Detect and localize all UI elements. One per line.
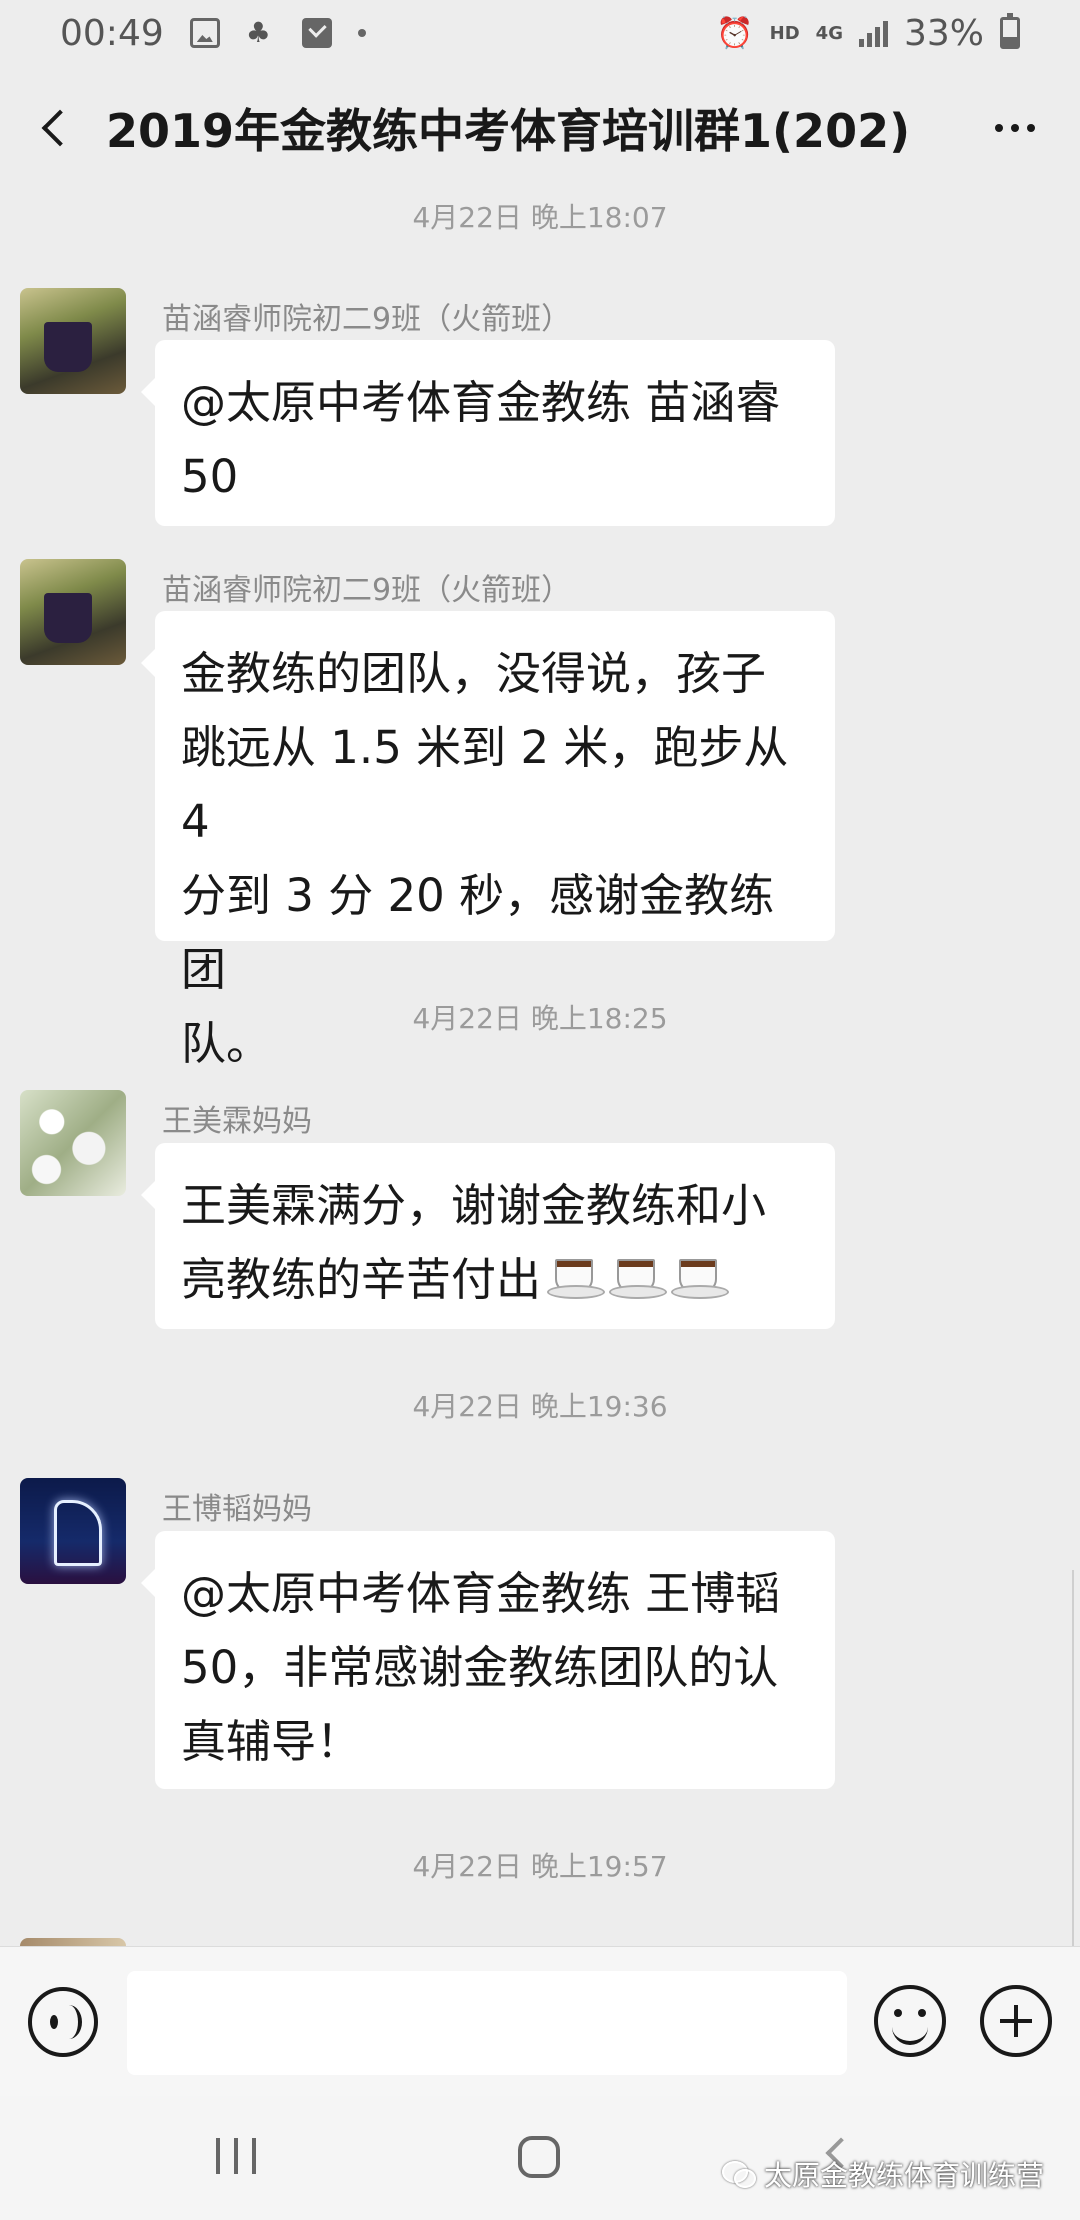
watermark: 太原金教练体育训练营 <box>721 2154 1044 2194</box>
message-line: 王美霖满分，谢谢金教练和小 <box>181 1179 767 1232</box>
back-arrow-icon <box>41 109 79 147</box>
home-button[interactable] <box>518 2136 560 2178</box>
sender-avatar[interactable] <box>20 1090 126 1196</box>
message-line-with-emoji: 亮教练的辛苦付出 <box>181 1243 813 1317</box>
wechat-icon <box>721 2161 756 2188</box>
message-bubble[interactable]: 王美霖满分，谢谢金教练和小 亮教练的辛苦付出 <box>141 1143 835 1329</box>
alarm-icon: ⏰ <box>716 15 754 51</box>
message-line: 分到 3 分 20 秒，感谢金教练团 <box>181 869 775 996</box>
sender-avatar[interactable] <box>20 559 126 665</box>
status-bar: 00:49 ♣ ⏰ HD 4G 33% <box>0 0 1080 66</box>
signal-icon <box>858 19 888 47</box>
message-input[interactable] <box>127 1971 847 2075</box>
checkbox-notification-icon <box>301 18 332 48</box>
chat-title: 2019年金教练中考体育培训群1(202) <box>106 104 911 158</box>
message-bubble[interactable]: 金教练的团队，没得说，孩子 跳远从 1.5 米到 2 米，跑步从 4 分到 3 … <box>141 611 835 1070</box>
sender-avatar[interactable] <box>20 288 126 394</box>
hd-indicator: HD <box>769 22 800 44</box>
voice-input-button[interactable] <box>28 1987 98 2057</box>
scrollbar[interactable] <box>1072 1570 1080 1990</box>
message-line: @太原中考体育金教练 苗涵睿 <box>181 376 781 429</box>
sender-name: 苗涵睿师院初二9班（火箭班） <box>162 573 572 608</box>
more-notifications-dot-icon <box>357 29 366 37</box>
watermark-text: 太原金教练体育训练营 <box>763 2159 1044 2192</box>
network-type-indicator: 4G <box>815 22 843 44</box>
message-line: 50，非常感谢金教练团队的认 <box>181 1641 779 1694</box>
battery-icon <box>1000 13 1020 49</box>
chat-input-bar <box>0 1946 1080 2096</box>
hot-beverage-icon <box>671 1253 730 1301</box>
message-line: 金教练的团队，没得说，孩子 <box>181 647 767 700</box>
message-line: 跳远从 1.5 米到 2 米，跑步从 4 <box>181 721 789 848</box>
message-line: 亮教练的辛苦付出 <box>181 1253 542 1306</box>
timestamp: 4月22日 晚上18:07 <box>412 201 668 234</box>
message-line: 50 <box>181 450 239 503</box>
message-bubble[interactable]: @太原中考体育金教练 王博韬 50，非常感谢金教练团队的认 真辅导！ <box>141 1531 835 1789</box>
hot-beverage-icon <box>609 1253 668 1301</box>
gallery-notification-icon <box>189 18 220 48</box>
app-notification-icon: ♣ <box>245 16 271 49</box>
more-options-button[interactable] <box>950 66 1080 190</box>
recent-apps-button[interactable] <box>216 2138 256 2174</box>
sender-name: 王美霖妈妈 <box>162 1104 312 1139</box>
message-line: @太原中考体育金教练 王博韬 <box>181 1567 781 1620</box>
more-functions-button[interactable] <box>980 1985 1052 2057</box>
system-nav-bar: 太原金教练体育训练营 <box>0 2096 1080 2220</box>
message-line: 真辅导！ <box>181 1715 362 1768</box>
emoji-button[interactable] <box>874 1985 946 2057</box>
timestamp: 4月22日 晚上18:25 <box>412 1002 668 1035</box>
sender-avatar[interactable] <box>20 1938 126 1946</box>
back-button[interactable] <box>0 66 110 190</box>
message-bubble[interactable]: @太原中考体育金教练 苗涵睿 50 <box>141 340 835 526</box>
timestamp: 4月22日 晚上19:57 <box>412 1850 668 1883</box>
sender-name: 苗涵睿师院初二9班（火箭班） <box>162 302 572 337</box>
more-dots-icon <box>995 124 1003 132</box>
sender-name: 王博韬妈妈 <box>162 1492 312 1527</box>
battery-percent: 33% <box>903 12 984 54</box>
chat-header: 2019年金教练中考体育培训群1(202) <box>0 66 1080 190</box>
status-time: 00:49 <box>60 12 164 54</box>
sender-avatar[interactable] <box>20 1478 126 1584</box>
hot-beverage-icon <box>547 1253 606 1301</box>
timestamp: 4月22日 晚上19:36 <box>412 1390 668 1423</box>
